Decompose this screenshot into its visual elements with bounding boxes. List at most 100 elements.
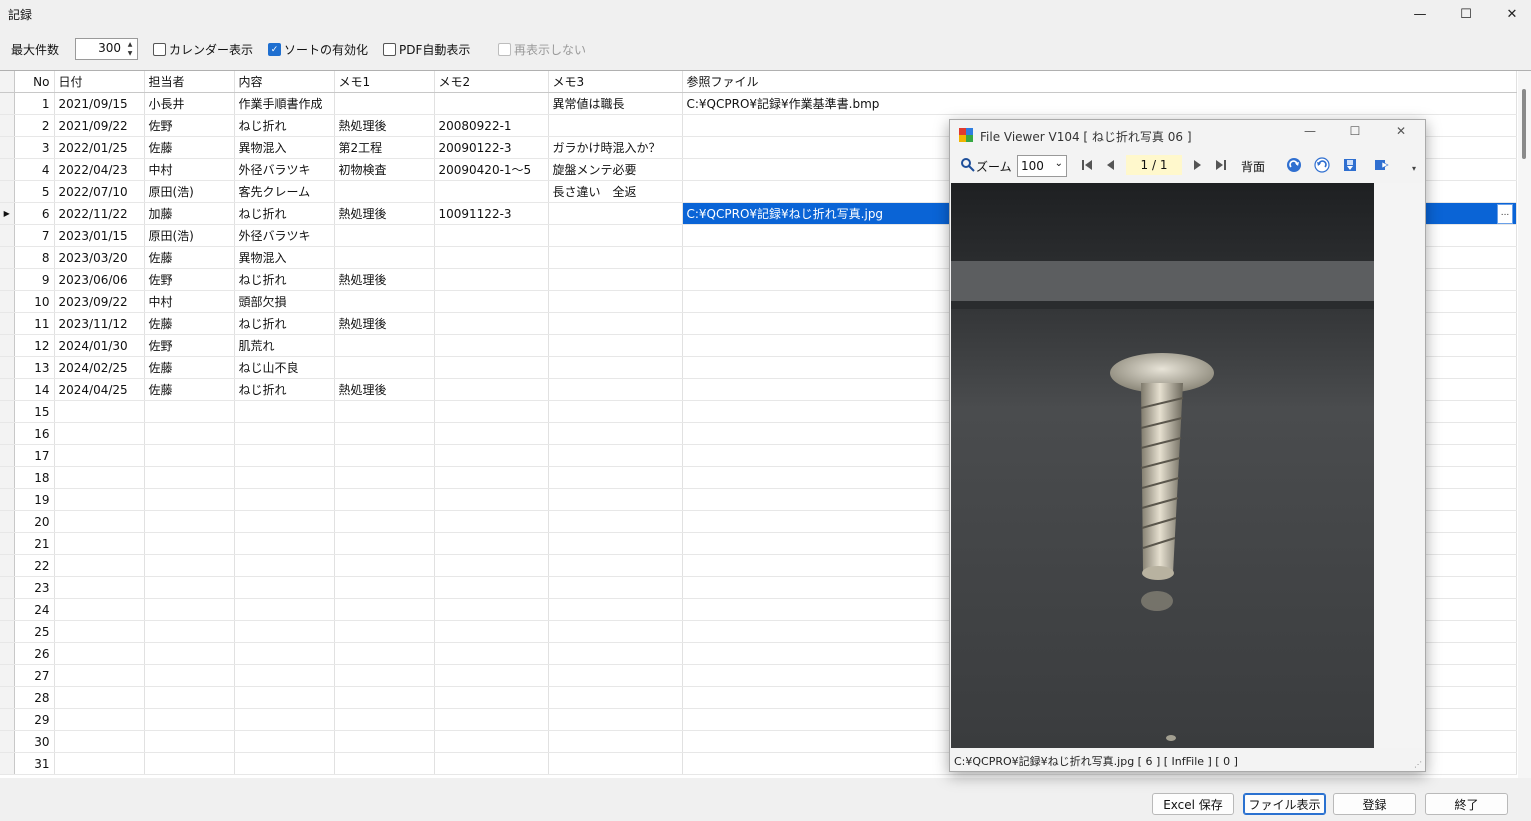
cell-memo3[interactable]	[548, 202, 683, 225]
row-header[interactable]	[0, 224, 15, 247]
sort-checkbox-box[interactable]: ✓	[268, 43, 281, 56]
cell-content[interactable]: ねじ折れ	[234, 114, 335, 137]
calendar-checkbox-box[interactable]	[153, 43, 166, 56]
cell-memo2[interactable]	[434, 598, 549, 621]
viewer-minimize-icon[interactable]: —	[1295, 124, 1325, 144]
cell-date[interactable]	[54, 598, 145, 621]
cell-content[interactable]	[234, 510, 335, 533]
row-header[interactable]	[0, 422, 15, 445]
cell-no[interactable]: 2	[14, 114, 55, 137]
table-row[interactable]: 1 2021/09/15 小長井 作業手順書作成 異常値は職長 C:¥QCPRO¥記録¥作…	[0, 92, 1517, 115]
cell-date[interactable]: 2023/03/20	[54, 246, 145, 269]
cell-person[interactable]: 中村	[144, 290, 235, 313]
cell-person[interactable]	[144, 576, 235, 599]
cell-date[interactable]	[54, 686, 145, 709]
row-header[interactable]	[0, 642, 15, 665]
cell-memo1[interactable]	[334, 290, 435, 313]
cell-content[interactable]: 外径バラツキ	[234, 158, 335, 181]
cell-no[interactable]: 18	[14, 466, 55, 489]
cell-content[interactable]: 頭部欠損	[234, 290, 335, 313]
row-header[interactable]	[0, 488, 15, 511]
cell-memo3[interactable]	[548, 730, 683, 753]
photo-viewport[interactable]	[951, 183, 1374, 748]
cell-memo2[interactable]	[434, 334, 549, 357]
calendar-checkbox[interactable]: カレンダー表示	[153, 41, 253, 58]
last-page-icon[interactable]	[1213, 157, 1229, 173]
cell-person[interactable]	[144, 488, 235, 511]
pdf-auto-checkbox[interactable]: PDF自動表示	[383, 41, 470, 58]
row-header[interactable]	[0, 312, 15, 335]
cell-date[interactable]	[54, 532, 145, 555]
cell-content[interactable]	[234, 752, 335, 775]
cell-memo2[interactable]	[434, 664, 549, 687]
rotate-left-icon[interactable]	[1314, 157, 1330, 173]
cell-content[interactable]	[234, 686, 335, 709]
back-button[interactable]: 背面	[1241, 158, 1265, 175]
cell-person[interactable]: 佐藤	[144, 136, 235, 159]
cell-date[interactable]: 2023/11/12	[54, 312, 145, 335]
cell-date[interactable]: 2021/09/15	[54, 92, 145, 115]
cell-person[interactable]	[144, 400, 235, 423]
row-header[interactable]	[0, 510, 15, 533]
cell-no[interactable]: 23	[14, 576, 55, 599]
cell-no[interactable]: 28	[14, 686, 55, 709]
cell-memo1[interactable]	[334, 576, 435, 599]
row-header[interactable]	[0, 554, 15, 577]
cell-no[interactable]: 20	[14, 510, 55, 533]
row-header[interactable]	[0, 290, 15, 313]
cell-content[interactable]	[234, 730, 335, 753]
row-header[interactable]	[0, 92, 15, 115]
row-header[interactable]	[0, 378, 15, 401]
toolbar-overflow-icon[interactable]: ▾	[1412, 164, 1416, 173]
cell-memo1[interactable]: 熱処理後	[334, 202, 435, 225]
cell-person[interactable]: 原田(浩)	[144, 180, 235, 203]
cell-memo2[interactable]	[434, 378, 549, 401]
cell-no[interactable]: 11	[14, 312, 55, 335]
scrollbar-thumb[interactable]	[1522, 89, 1526, 159]
cell-memo2[interactable]	[434, 356, 549, 379]
cell-person[interactable]: 佐野	[144, 114, 235, 137]
cell-memo3[interactable]	[548, 664, 683, 687]
cell-date[interactable]	[54, 488, 145, 511]
cell-memo1[interactable]	[334, 180, 435, 203]
viewer-maximize-icon[interactable]: ☐	[1340, 124, 1370, 144]
column-header-person[interactable]: 担当者	[144, 71, 235, 93]
prev-page-icon[interactable]	[1103, 157, 1119, 173]
cell-person[interactable]	[144, 642, 235, 665]
max-count-spinner[interactable]: 300 ▲ ▼	[75, 38, 138, 60]
cell-no[interactable]: 19	[14, 488, 55, 511]
cell-memo3[interactable]: 長さ違い 全返	[548, 180, 683, 203]
row-header[interactable]	[0, 576, 15, 599]
cell-memo3[interactable]	[548, 356, 683, 379]
cell-person[interactable]: 佐野	[144, 334, 235, 357]
cell-content[interactable]: 外径バラツキ	[234, 224, 335, 247]
cell-content[interactable]	[234, 598, 335, 621]
cell-date[interactable]: 2023/06/06	[54, 268, 145, 291]
cell-memo3[interactable]	[548, 400, 683, 423]
close-button[interactable]: ✕	[1489, 0, 1531, 28]
row-header[interactable]: ▶	[0, 202, 15, 225]
cell-memo2[interactable]	[434, 92, 549, 115]
cell-no[interactable]: 10	[14, 290, 55, 313]
cell-no[interactable]: 29	[14, 708, 55, 731]
cell-no[interactable]: 1	[14, 92, 55, 115]
cell-content[interactable]: ねじ折れ	[234, 202, 335, 225]
cell-memo1[interactable]: 熱処理後	[334, 268, 435, 291]
cell-memo3[interactable]	[548, 444, 683, 467]
cell-person[interactable]: 佐野	[144, 268, 235, 291]
cell-date[interactable]	[54, 752, 145, 775]
cell-memo2[interactable]	[434, 642, 549, 665]
cell-content[interactable]	[234, 532, 335, 555]
cell-date[interactable]	[54, 400, 145, 423]
cell-person[interactable]	[144, 466, 235, 489]
cell-content[interactable]: ねじ山不良	[234, 356, 335, 379]
cell-memo3[interactable]	[548, 334, 683, 357]
cell-memo2[interactable]: 20090122-3	[434, 136, 549, 159]
cell-memo1[interactable]	[334, 664, 435, 687]
cell-memo2[interactable]	[434, 620, 549, 643]
cell-memo3[interactable]	[548, 686, 683, 709]
cell-memo2[interactable]	[434, 730, 549, 753]
cell-person[interactable]: 小長井	[144, 92, 235, 115]
cell-date[interactable]: 2022/11/22	[54, 202, 145, 225]
cell-person[interactable]: 佐藤	[144, 356, 235, 379]
